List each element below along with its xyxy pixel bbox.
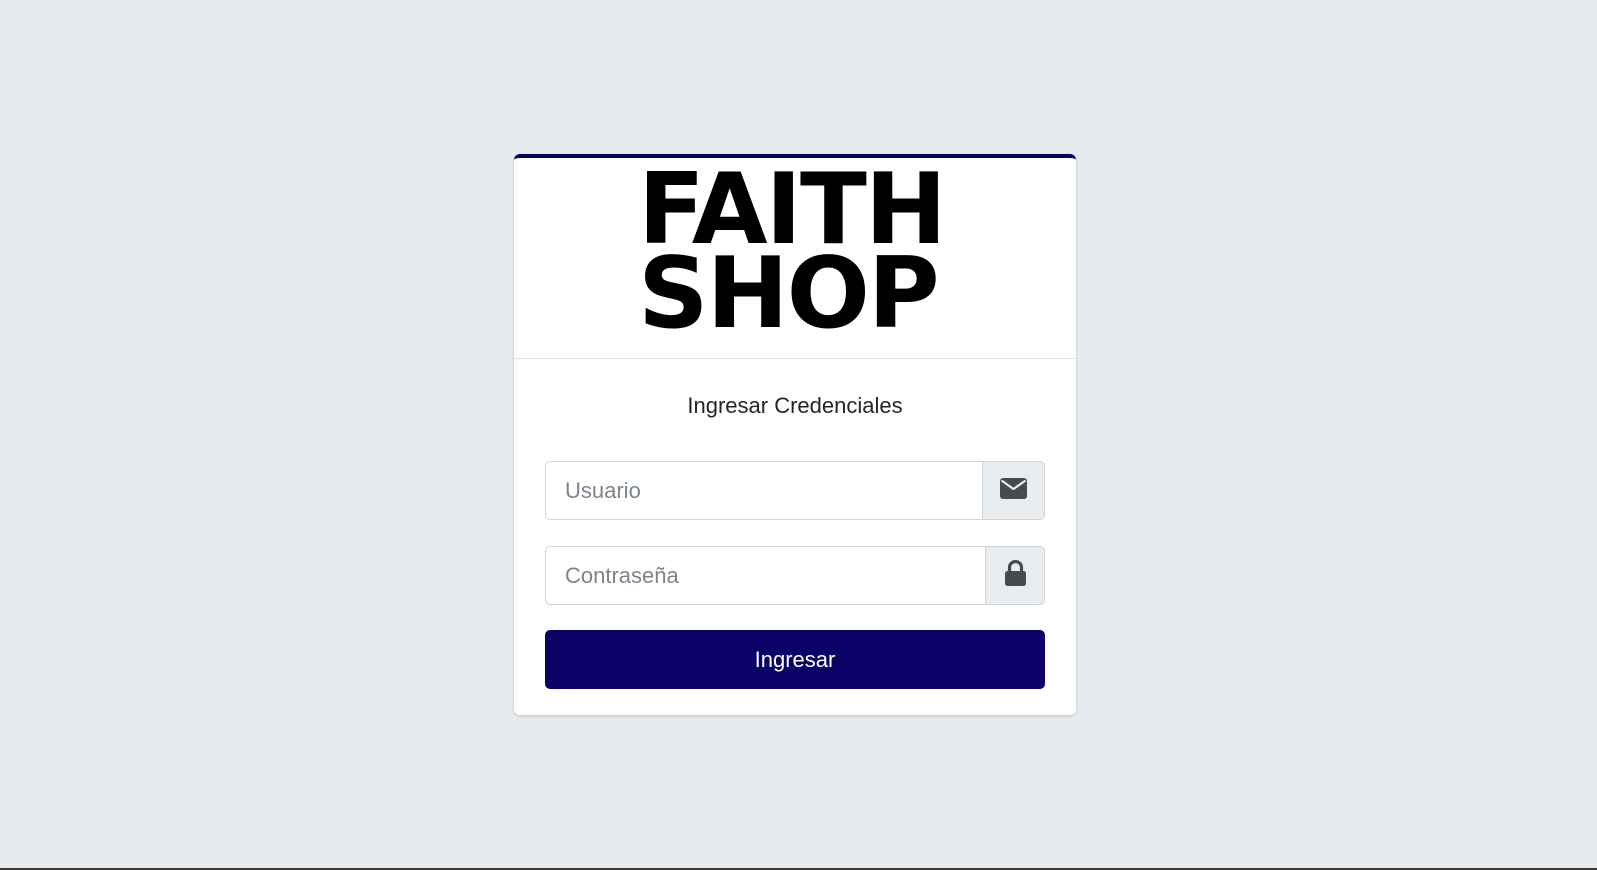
password-addon xyxy=(985,546,1045,605)
brand-logo: FAITH SHOP xyxy=(638,161,958,351)
login-card: FAITH SHOP Ingresar Credenciales Usuario… xyxy=(514,154,1076,715)
username-group xyxy=(545,461,1045,520)
login-page: FAITH SHOP Ingresar Credenciales Usuario… xyxy=(0,0,1597,870)
login-button[interactable]: Ingresar xyxy=(545,630,1045,689)
username-addon xyxy=(982,461,1045,520)
logo-line-2: SHOP xyxy=(638,237,940,351)
card-header: FAITH SHOP xyxy=(514,158,1076,359)
password-group xyxy=(545,546,1045,605)
login-title: Ingresar Credenciales xyxy=(687,393,903,418)
card-body: Ingresar Credenciales Usuario Ingresar xyxy=(514,359,1076,715)
password-input[interactable] xyxy=(545,546,985,605)
username-input[interactable] xyxy=(545,461,982,520)
lock-icon xyxy=(1004,559,1026,591)
envelope-icon xyxy=(1000,477,1027,504)
